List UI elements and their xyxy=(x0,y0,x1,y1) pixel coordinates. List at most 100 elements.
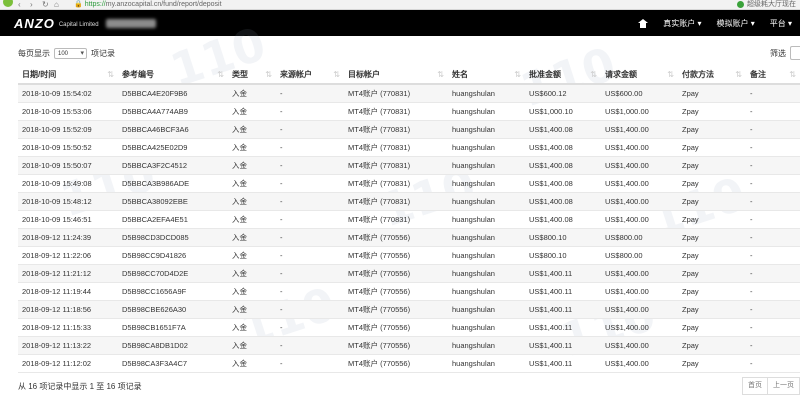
cell-approved-amount: US$1,400.08 xyxy=(529,125,573,134)
menu-real-account[interactable]: 真实账户 ▾ xyxy=(663,18,701,29)
cell-name: huangshulan xyxy=(452,323,495,332)
cell-requested-amount: US$1,400.00 xyxy=(605,359,649,368)
cell-source-account: - xyxy=(280,269,283,278)
cell-datetime: 2018-10-09 15:52:09 xyxy=(22,125,92,134)
cell-reference: D5BBCA4A774AB9 xyxy=(122,107,188,116)
cell-remarks: - xyxy=(750,179,753,188)
extension-icon xyxy=(737,1,744,8)
table-row[interactable]: 2018-09-12 11:13:22 D5B98CA8DB1D02 入金 - MT4账… xyxy=(18,337,800,355)
column-header-label: 备注 xyxy=(750,70,766,79)
browser-logo-icon xyxy=(2,0,14,10)
column-header-requested-amount[interactable]: 请求金额 ⇅ xyxy=(601,66,678,84)
cell-payment-method: Zpay xyxy=(682,269,699,278)
column-header-type[interactable]: 类型 ⇅ xyxy=(228,66,276,84)
menu-platform[interactable]: 平台 ▾ xyxy=(770,18,792,29)
page-size-select[interactable]: 100 xyxy=(54,48,87,59)
cell-name: huangshulan xyxy=(452,179,495,188)
cell-datetime: 2018-09-12 11:15:33 xyxy=(22,323,92,332)
cell-approved-amount: US$1,400.11 xyxy=(529,323,573,332)
column-header-label: 付款方法 xyxy=(682,70,714,79)
cell-remarks: - xyxy=(750,215,753,224)
table-row[interactable]: 2018-09-12 11:15:33 D5B98CB1651F7A 入金 - MT4账… xyxy=(18,319,800,337)
column-header-datetime[interactable]: 日期/时间 ⇅ xyxy=(18,66,118,84)
sort-icon: ⇅ xyxy=(590,70,597,79)
cell-type: 入金 xyxy=(232,359,247,368)
cell-datetime: 2018-09-12 11:12:02 xyxy=(22,359,92,368)
cell-requested-amount: US$1,400.00 xyxy=(605,143,649,152)
table-row[interactable]: 2018-10-09 15:54:02 D5BBCA4E20F9B6 入金 - MT4账… xyxy=(18,85,800,103)
url-scheme[interactable]: https:// xyxy=(85,0,106,10)
column-header-payment-method[interactable]: 付款方法 ⇅ xyxy=(678,66,746,84)
cell-target-account: MT4账户 (770556) xyxy=(348,251,411,260)
table-row[interactable]: 2018-09-12 11:22:06 D5B98CC9D41826 入金 - MT4账… xyxy=(18,247,800,265)
cell-requested-amount: US$800.00 xyxy=(605,233,643,242)
cell-target-account: MT4账户 (770831) xyxy=(348,179,411,188)
cell-approved-amount: US$1,400.11 xyxy=(529,269,573,278)
table-row[interactable]: 2018-10-09 15:53:06 D5BBCA4A774AB9 入金 - MT4账… xyxy=(18,103,800,121)
table-row[interactable]: 2018-10-09 15:46:51 D5BBCA2EFA4E51 入金 - MT4账… xyxy=(18,211,800,229)
cell-payment-method: Zpay xyxy=(682,341,699,350)
table-row[interactable]: 2018-09-12 11:12:02 D5B98CA3F3A4C7 入金 - MT4账… xyxy=(18,355,800,373)
cell-type: 入金 xyxy=(232,305,247,314)
cell-source-account: - xyxy=(280,107,283,116)
cell-type: 入金 xyxy=(232,179,247,188)
first-page-button[interactable]: 首页 xyxy=(742,377,768,395)
cell-target-account: MT4账户 (770831) xyxy=(348,125,411,134)
table-row[interactable]: 2018-09-12 11:21:12 D5B98CC70D4D2E 入金 - MT4账… xyxy=(18,265,800,283)
table-row[interactable]: 2018-10-09 15:50:07 D5BBCA3F2C4512 入金 - MT4账… xyxy=(18,157,800,175)
forward-icon[interactable]: › xyxy=(30,0,33,10)
cell-name: huangshulan xyxy=(452,143,495,152)
cell-payment-method: Zpay xyxy=(682,323,699,332)
cell-reference: D5B98CD3DCD085 xyxy=(122,233,189,242)
deposit-table: 日期/时间 ⇅ 参考编号 ⇅ 类型 ⇅ 来源帐户 ⇅ 目标帐户 ⇅ 姓名 ⇅ 批准金额 ⇅ 请… xyxy=(18,67,800,373)
cell-payment-method: Zpay xyxy=(682,359,699,368)
cell-target-account: MT4账户 (770831) xyxy=(348,143,411,152)
cell-remarks: - xyxy=(750,107,753,116)
menu-demo-account[interactable]: 模拟账户 ▾ xyxy=(717,18,755,29)
cell-payment-method: Zpay xyxy=(682,107,699,116)
cell-target-account: MT4账户 (770831) xyxy=(348,107,411,116)
column-header-target-account[interactable]: 目标帐户 ⇅ xyxy=(344,66,448,84)
cell-target-account: MT4账户 (770831) xyxy=(348,197,411,206)
cell-remarks: - xyxy=(750,305,753,314)
table-row[interactable]: 2018-10-09 15:52:09 D5BBCA46BCF3A6 入金 - MT4账… xyxy=(18,121,800,139)
cell-source-account: - xyxy=(280,305,283,314)
cell-type: 入金 xyxy=(232,215,247,224)
cell-requested-amount: US$1,400.00 xyxy=(605,215,649,224)
cell-payment-method: Zpay xyxy=(682,287,699,296)
home-icon[interactable] xyxy=(638,18,649,28)
column-header-remarks[interactable]: 备注 ⇅ xyxy=(746,66,800,84)
column-header-source-account[interactable]: 来源帐户 ⇅ xyxy=(276,66,344,84)
prev-page-button[interactable]: 上一页 xyxy=(768,377,800,395)
cell-source-account: - xyxy=(280,143,283,152)
cell-requested-amount: US$800.00 xyxy=(605,251,643,260)
home-browser-icon[interactable]: ⌂ xyxy=(54,0,59,10)
refresh-icon[interactable]: ↻ xyxy=(42,0,49,10)
table-row[interactable]: 2018-10-09 15:48:12 D5BBCA38092EBE 入金 - MT4账… xyxy=(18,193,800,211)
table-row[interactable]: 2018-09-12 11:19:44 D5B98CC1656A9F 入金 - MT4账… xyxy=(18,283,800,301)
column-header-reference[interactable]: 参考编号 ⇅ xyxy=(118,66,228,84)
cell-datetime: 2018-10-09 15:50:07 xyxy=(22,161,92,170)
cell-approved-amount: US$800.10 xyxy=(529,233,567,242)
cell-reference: D5BBCA46BCF3A6 xyxy=(122,125,189,134)
table-row[interactable]: 2018-09-12 11:18:56 D5B98CBE626A30 入金 - MT4账… xyxy=(18,301,800,319)
url-text[interactable]: my.anzocapital.cn/fund/report/deposit xyxy=(106,0,222,10)
cell-type: 入金 xyxy=(232,89,247,98)
browser-extension[interactable]: 超级耗大厅现在 xyxy=(737,0,796,10)
filter-input[interactable] xyxy=(790,46,800,60)
table-row[interactable]: 2018-10-09 15:50:52 D5BBCA425E02D9 入金 - MT4账… xyxy=(18,139,800,157)
column-header-label: 姓名 xyxy=(452,70,468,79)
back-icon[interactable]: ‹ xyxy=(18,0,21,10)
table-row[interactable]: 2018-09-12 11:24:39 D5B98CD3DCD085 入金 - MT4账… xyxy=(18,229,800,247)
cell-type: 入金 xyxy=(232,143,247,152)
column-header-approved-amount[interactable]: 批准金额 ⇅ xyxy=(525,66,601,84)
cell-name: huangshulan xyxy=(452,215,495,224)
top-navbar: ANZO Capital Limited 真实账户 ▾ 模拟账户 ▾ 平台 ▾ xyxy=(0,10,800,36)
browser-nav: ‹ › ↻ ⌂ xyxy=(14,0,72,10)
cell-type: 入金 xyxy=(232,251,247,260)
column-header-name[interactable]: 姓名 ⇅ xyxy=(448,66,525,84)
cell-payment-method: Zpay xyxy=(682,161,699,170)
cell-reference: D5B98CBE626A30 xyxy=(122,305,187,314)
brand-logo[interactable]: ANZO xyxy=(14,16,55,31)
table-row[interactable]: 2018-10-09 15:49:08 D5BBCA3B986ADE 入金 - MT4账… xyxy=(18,175,800,193)
